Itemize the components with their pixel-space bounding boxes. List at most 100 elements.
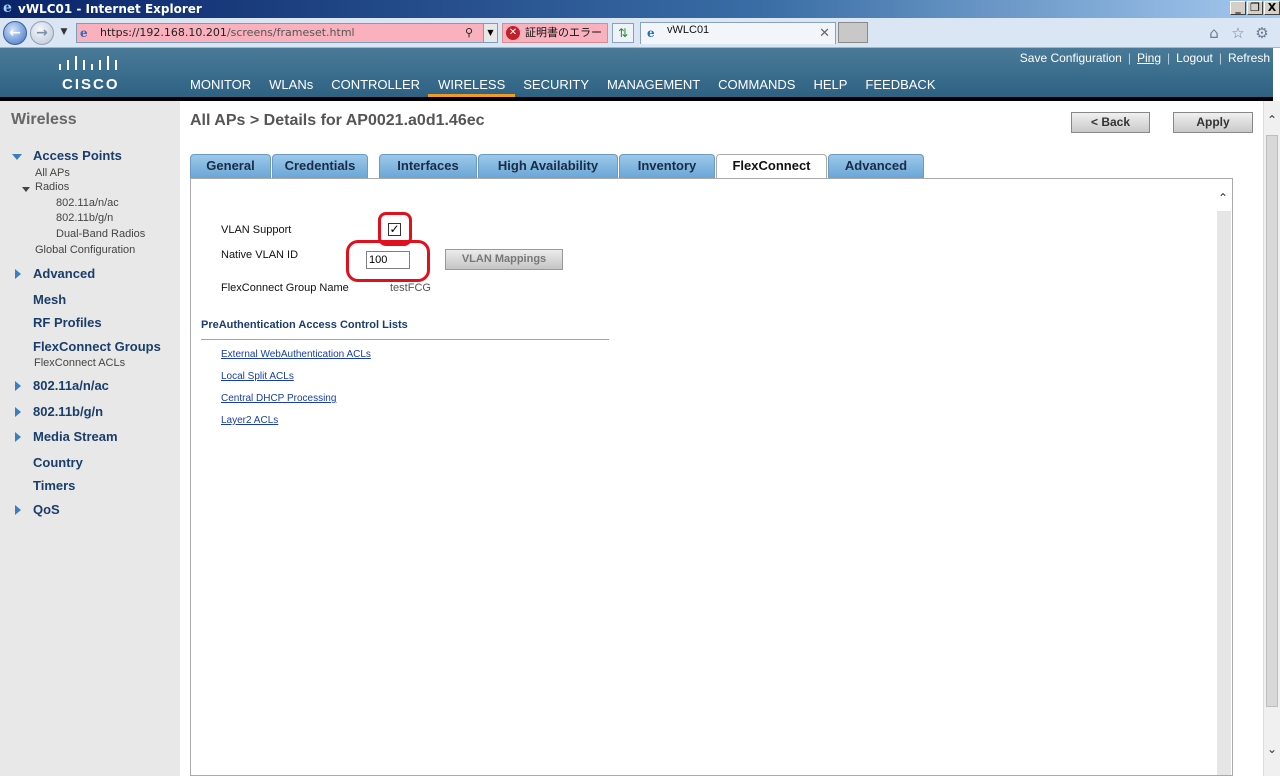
- save-configuration-link[interactable]: Save Configuration: [1020, 51, 1122, 65]
- back-button[interactable]: < Back: [1071, 112, 1150, 133]
- window-scrollbar[interactable]: ⌃ ⌄: [1263, 101, 1280, 776]
- tab-inventory[interactable]: Inventory: [619, 154, 715, 178]
- refresh-link[interactable]: Refresh: [1228, 51, 1270, 65]
- header-divider: [0, 97, 1273, 101]
- minimize-button[interactable]: _: [1230, 1, 1246, 15]
- nav-feedback[interactable]: FEEDBACK: [865, 77, 935, 97]
- tab-interfaces[interactable]: Interfaces: [379, 154, 477, 178]
- local-split-acls-link[interactable]: Local Split ACLs: [221, 371, 294, 382]
- search-icon[interactable]: ⚲: [465, 26, 479, 40]
- expanded-arrow-icon[interactable]: [22, 187, 30, 192]
- nav-security[interactable]: SECURITY: [523, 77, 589, 97]
- group-name-label: FlexConnect Group Name: [221, 282, 349, 294]
- favorites-icon[interactable]: ☆: [1229, 24, 1247, 42]
- scroll-up-icon[interactable]: ⌃: [1267, 113, 1277, 127]
- address-url[interactable]: https://192.168.10.201/screens/frameset.…: [100, 26, 355, 40]
- apply-button[interactable]: Apply: [1173, 112, 1253, 133]
- restore-button[interactable]: ❐: [1247, 1, 1263, 15]
- expanded-arrow-icon[interactable]: [12, 154, 22, 160]
- sidebar-item-advanced[interactable]: Advanced: [33, 266, 95, 281]
- separator: |: [1218, 51, 1222, 65]
- sidebar-title: Wireless: [11, 111, 77, 128]
- collapsed-arrow-icon[interactable]: [15, 407, 21, 417]
- cisco-bars-icon: [59, 56, 117, 70]
- sidebar: Wireless Access Points All APs Radios 80…: [0, 101, 180, 776]
- window-title-bar: e vWLC01 - Internet Explorer _ ❐ X: [0, 0, 1280, 18]
- ping-link[interactable]: Ping: [1137, 51, 1161, 65]
- separator: |: [1167, 51, 1171, 65]
- nav-help[interactable]: HELP: [813, 77, 847, 97]
- ie-logo-icon: e: [3, 0, 12, 16]
- address-bar[interactable]: e https://192.168.10.201/screens/framese…: [76, 23, 498, 43]
- sidebar-item-all-aps[interactable]: All APs: [35, 167, 70, 179]
- collapsed-arrow-icon[interactable]: [15, 432, 21, 442]
- sidebar-item-media-stream[interactable]: Media Stream: [33, 429, 118, 444]
- sidebar-item-radios[interactable]: Radios: [35, 181, 69, 193]
- tab-high-availability[interactable]: High Availability: [478, 154, 618, 178]
- vlan-support-label: VLAN Support: [221, 224, 292, 236]
- new-tab-button[interactable]: [838, 22, 868, 43]
- sidebar-item-flexconnect-acls[interactable]: FlexConnect ACLs: [34, 357, 125, 369]
- refresh-icon[interactable]: ⇅: [612, 23, 634, 43]
- scroll-down-icon[interactable]: ⌄: [1267, 742, 1277, 756]
- page-title: All APs > Details for AP0021.a0d1.46ec: [190, 112, 485, 129]
- group-name-value: testFCG: [390, 282, 431, 294]
- history-dropdown-icon[interactable]: ▼: [58, 26, 70, 38]
- close-window-button[interactable]: X: [1264, 1, 1280, 15]
- sidebar-item-country[interactable]: Country: [33, 455, 83, 470]
- sidebar-item-80211a[interactable]: 802.11a/n/ac: [33, 378, 109, 393]
- vlan-mappings-button[interactable]: VLAN Mappings: [445, 249, 563, 270]
- tools-icon[interactable]: ⚙: [1253, 24, 1271, 42]
- sidebar-item-mesh[interactable]: Mesh: [33, 292, 66, 307]
- tab-flexconnect[interactable]: FlexConnect: [716, 154, 827, 179]
- close-tab-icon[interactable]: ✕: [819, 24, 830, 44]
- collapsed-arrow-icon[interactable]: [15, 381, 21, 391]
- scroll-up-icon[interactable]: ⌃: [1218, 191, 1228, 205]
- forward-icon[interactable]: →: [30, 21, 54, 45]
- sidebar-item-flexconnect-groups[interactable]: FlexConnect Groups: [33, 339, 161, 354]
- sidebar-item-dual-band[interactable]: Dual-Band Radios: [56, 228, 145, 240]
- tab-general[interactable]: General: [190, 154, 271, 178]
- browser-tab[interactable]: e vWLC01 ✕: [640, 22, 836, 44]
- sidebar-item-80211b[interactable]: 802.11b/g/n: [33, 404, 103, 419]
- sidebar-item-timers[interactable]: Timers: [33, 478, 75, 493]
- vlan-support-checkbox[interactable]: ✓: [388, 223, 401, 236]
- tab-advanced[interactable]: Advanced: [828, 154, 924, 178]
- sidebar-item-rf-profiles[interactable]: RF Profiles: [33, 315, 102, 330]
- sidebar-item-qos[interactable]: QoS: [33, 502, 60, 517]
- section-divider: [201, 339, 609, 340]
- nav-wireless[interactable]: WIRELESS: [428, 77, 516, 98]
- scroll-track[interactable]: [1217, 211, 1231, 775]
- logout-link[interactable]: Logout: [1176, 51, 1213, 65]
- nav-wlans[interactable]: WLANs: [269, 77, 313, 97]
- nav-monitor[interactable]: MONITOR: [190, 77, 251, 97]
- nav-controller[interactable]: CONTROLLER: [331, 77, 420, 97]
- cisco-header: CISCO Save Configuration | Ping | Logout | Ref…: [0, 48, 1273, 98]
- sidebar-item-radio-b[interactable]: 802.11b/g/n: [56, 212, 113, 224]
- certificate-error-label: 証明書のエラー: [525, 27, 602, 39]
- address-dropdown-icon[interactable]: ▼: [483, 24, 497, 42]
- scroll-thumb[interactable]: [1266, 135, 1278, 707]
- sidebar-item-global-config[interactable]: Global Configuration: [35, 244, 135, 256]
- browser-tab-title: vWLC01: [667, 24, 710, 36]
- back-icon[interactable]: ←: [3, 21, 27, 45]
- collapsed-arrow-icon[interactable]: [15, 269, 21, 279]
- panel-scrollbar[interactable]: ⌃: [1216, 179, 1232, 775]
- top-links: Save Configuration | Ping | Logout | Refresh: [1020, 51, 1270, 65]
- collapsed-arrow-icon[interactable]: [15, 505, 21, 515]
- sidebar-item-radio-a[interactable]: 802.11a/n/ac: [56, 197, 119, 209]
- preauth-acl-heading: PreAuthentication Access Control Lists: [201, 319, 408, 331]
- home-icon[interactable]: ⌂: [1205, 24, 1223, 42]
- central-dhcp-link[interactable]: Central DHCP Processing: [221, 393, 336, 404]
- nav-management[interactable]: MANAGEMENT: [607, 77, 700, 97]
- nav-commands[interactable]: COMMANDS: [718, 77, 795, 97]
- external-webauth-acls-link[interactable]: External WebAuthentication ACLs: [221, 349, 371, 360]
- layer2-acls-link[interactable]: Layer2 ACLs: [221, 415, 278, 426]
- separator: |: [1127, 51, 1131, 65]
- native-vlan-input[interactable]: [366, 251, 410, 269]
- tab-page-icon: e: [647, 26, 655, 40]
- sidebar-item-access-points[interactable]: Access Points: [33, 148, 122, 163]
- tab-credentials[interactable]: Credentials: [272, 154, 368, 178]
- page-icon: e: [80, 26, 88, 40]
- certificate-error-button[interactable]: ✕ 証明書のエラー: [502, 23, 608, 43]
